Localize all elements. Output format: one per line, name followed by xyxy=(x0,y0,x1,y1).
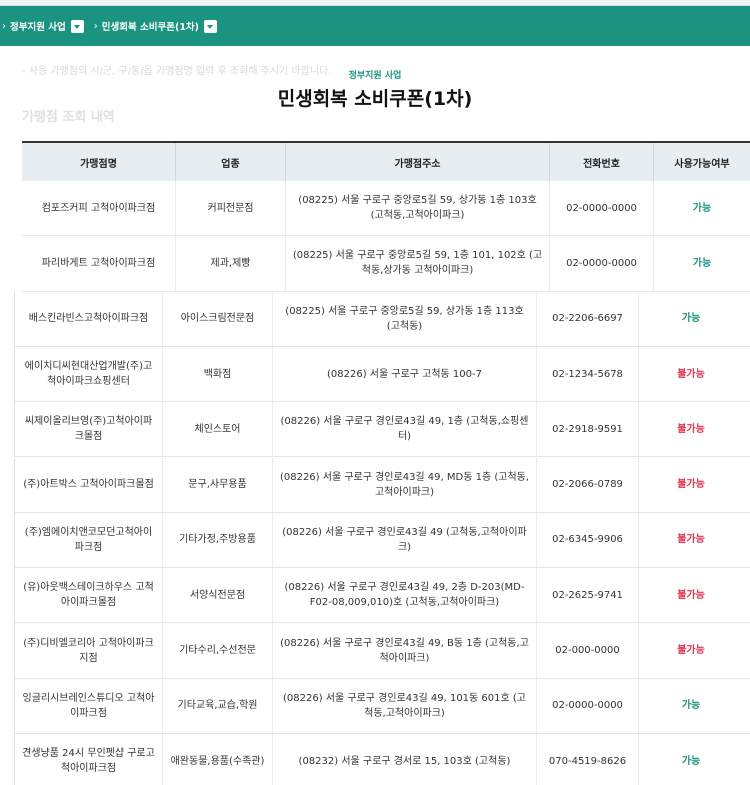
merchant-category: 서양식전문점 xyxy=(163,568,273,623)
availability-status: 불가능 xyxy=(677,534,705,546)
merchant-address: (08226) 서울 구로구 경인로43길 49, MD동 1층 (고척동,고척… xyxy=(273,457,537,512)
merchant-category: 체인스토어 xyxy=(163,402,273,457)
page-title: 민생회복 소비쿠폰(1차) xyxy=(277,88,473,110)
merchant-phone: 02-0000-0000 xyxy=(537,678,639,733)
merchant-category: 제과,제빵 xyxy=(176,236,286,291)
merchant-address: (08226) 서울 구로구 경인로43길 49 (고척동,고척아이파크) xyxy=(273,512,537,568)
table-row[interactable]: (주)아트박스 고척아이파크몰점 문구,사무용품 (08226) 서울 구로구 경인… xyxy=(15,457,750,513)
merchant-address: (08226) 서울 구로구 경인로43길 49, 1층 (고척동,쇼핑센터) xyxy=(273,402,537,457)
merchant-phone: 02-0000-0000 xyxy=(550,181,654,236)
availability-status: 불가능 xyxy=(677,645,705,657)
merchant-phone: 02-2066-0789 xyxy=(537,457,639,512)
merchant-address: (08226) 서울 구로구 경인로43길 49, 101동 601호 (고척동… xyxy=(273,678,537,733)
merchant-category: 기타수리,수선전문 xyxy=(163,623,273,678)
breadcrumb-item-1[interactable]: 정부지원 사업 xyxy=(10,19,84,33)
merchant-name: (주)디비엘코리아 고척아이파크지점 xyxy=(15,623,163,678)
merchant-phone: 02-2918-9591 xyxy=(537,402,639,457)
merchant-name: 잉글리시브레인스튜디오 고척아이파크점 xyxy=(15,678,163,733)
table-row[interactable]: 씨제이올리브영(주)고척아이파크몰점 체인스토어 (08226) 서울 구로구 경인… xyxy=(15,402,750,458)
merchant-name: 에이치디씨현대산업개발(주)고척아이파크쇼핑센터 xyxy=(15,346,163,402)
merchant-address: (08232) 서울 구로구 경서로 15, 103호 (고척동) xyxy=(273,734,537,785)
merchant-address: (08225) 서울 구로구 중앙로5길 59, 상가동 1층 103호 (고척… xyxy=(286,181,550,236)
table-row[interactable]: 배스킨라빈스고척아이파크점 아이스크림전문점 (08225) 서울 구로구 중앙로5… xyxy=(15,291,750,347)
table-header: 가맹점명 업종 가맹점주소 전화번호 사용가능여부 xyxy=(22,141,750,181)
breadcrumb-item-2[interactable]: 민생회복 소비쿠폰(1차) xyxy=(101,19,218,33)
merchant-category: 백화점 xyxy=(163,346,273,402)
table-row[interactable]: (주)엠에이치앤코모던고척아이파크점 기타가정,주방용품 (08226) 서울 구로… xyxy=(15,512,750,569)
table-row[interactable]: 잉글리시브레인스튜디오 고척아이파크점 기타교육,교습,학원 (08226) 서울 … xyxy=(15,678,750,734)
chevron-right-icon: › xyxy=(93,20,98,32)
column-header: 사용가능여부 xyxy=(674,158,730,170)
merchant-category: 애완동물,용품(수족관) xyxy=(163,734,273,785)
merchant-name: (유)아웃백스테이크하우스 고척아이파크몰점 xyxy=(15,568,163,623)
merchant-address: (08225) 서울 구로구 중앙로5길 59, 상가동 1층 113호 (고척… xyxy=(273,291,537,346)
merchant-phone: 02-2206-6697 xyxy=(537,291,639,346)
availability-status: 가능 xyxy=(681,313,701,325)
merchant-phone: 02-0000-0000 xyxy=(550,236,654,291)
availability-status: 가능 xyxy=(681,700,701,712)
table-row[interactable]: 에이치디씨현대산업개발(주)고척아이파크쇼핑센터 백화점 (08226) 서울 구로… xyxy=(15,346,750,403)
merchant-address: (08226) 서울 구로구 경인로43길 49, B동 1층 (고척동,고척아… xyxy=(273,623,537,678)
availability-status: 불가능 xyxy=(677,479,705,491)
merchant-category: 문구,사무용품 xyxy=(163,457,273,512)
merchant-name: (주)엠에이치앤코모던고척아이파크점 xyxy=(15,512,163,568)
merchant-name: 컴포즈커피 고척아이파크점 xyxy=(22,181,176,236)
merchant-name: 배스킨라빈스고척아이파크점 xyxy=(15,291,163,346)
merchant-category: 아이스크림전문점 xyxy=(163,291,273,346)
chevron-right-icon: › xyxy=(2,20,6,32)
dropdown-toggle-icon[interactable] xyxy=(204,19,218,33)
availability-status: 가능 xyxy=(692,202,712,214)
table-row[interactable]: (주)디비엘코리아 고척아이파크지점 기타수리,수선전문 (08226) 서울 구로… xyxy=(15,623,750,679)
merchant-phone: 02-1234-5678 xyxy=(537,346,639,402)
merchant-phone: 02-000-0000 xyxy=(537,623,639,678)
column-header: 전화번호 xyxy=(550,143,654,181)
merchant-address: (08226) 서울 구로구 경인로43길 49, 2층 D-203(MD-F0… xyxy=(273,568,537,623)
breadcrumb-label: 정부지원 사업 xyxy=(10,22,66,33)
merchant-address: (08225) 서울 구로구 중앙로5길 59, 1층 101, 102호 (고… xyxy=(286,236,550,291)
merchant-name: 파리바게트 고척아이파크점 xyxy=(22,236,176,291)
table-row[interactable]: 견생냥품 24시 무인펫샵 구로고척아이파크점 애완동물,용품(수족관) (0823… xyxy=(15,734,750,785)
table-row[interactable]: 파리바게트 고척아이파크점 제과,제빵 (08225) 서울 구로구 중앙로5길 5… xyxy=(22,236,750,292)
breadcrumb-label: 민생회복 소비쿠폰(1차) xyxy=(101,22,200,33)
table-row[interactable]: 컴포즈커피 고척아이파크점 커피전문점 (08225) 서울 구로구 중앙로5길 5… xyxy=(22,181,750,237)
availability-status: 불가능 xyxy=(677,423,705,435)
merchant-phone: 070-4519-8626 xyxy=(537,734,639,785)
page-header: - 사용 가맹점의 시/군, 구/동/읍 가맹점명 입력 후 조회해 주시기 바… xyxy=(0,46,750,141)
breadcrumb-bar: › 정부지원 사업 › 민생회복 소비쿠폰(1차) xyxy=(0,6,750,46)
availability-status: 불가능 xyxy=(677,589,705,601)
merchant-name: 씨제이올리브영(주)고척아이파크몰점 xyxy=(15,402,163,457)
column-header: 업종 xyxy=(176,143,286,181)
availability-status: 불가능 xyxy=(677,368,705,380)
merchant-category: 커피전문점 xyxy=(176,181,286,236)
availability-status: 가능 xyxy=(681,755,701,767)
column-header: 가맹점주소 xyxy=(286,143,550,181)
table-row[interactable]: (유)아웃백스테이크하우스 고척아이파크몰점 서양식전문점 (08226) 서울 구… xyxy=(15,568,750,624)
availability-status: 가능 xyxy=(692,257,712,269)
column-header: 가맹점명 xyxy=(22,143,176,181)
dropdown-toggle-icon[interactable] xyxy=(70,19,84,33)
merchant-category: 기타교육,교습,학원 xyxy=(163,678,273,733)
merchant-address: (08226) 서울 구로구 고척동 100-7 xyxy=(273,346,537,402)
merchant-name: (주)아트박스 고척아이파크몰점 xyxy=(15,457,163,512)
merchant-phone: 02-2625-9741 xyxy=(537,568,639,623)
merchant-name: 견생냥품 24시 무인펫샵 구로고척아이파크점 xyxy=(15,734,163,785)
merchant-category: 기타가정,주방용품 xyxy=(163,512,273,568)
merchant-phone: 02-6345-9906 xyxy=(537,512,639,568)
page-subtitle: 정부지원 사업 xyxy=(348,71,402,81)
